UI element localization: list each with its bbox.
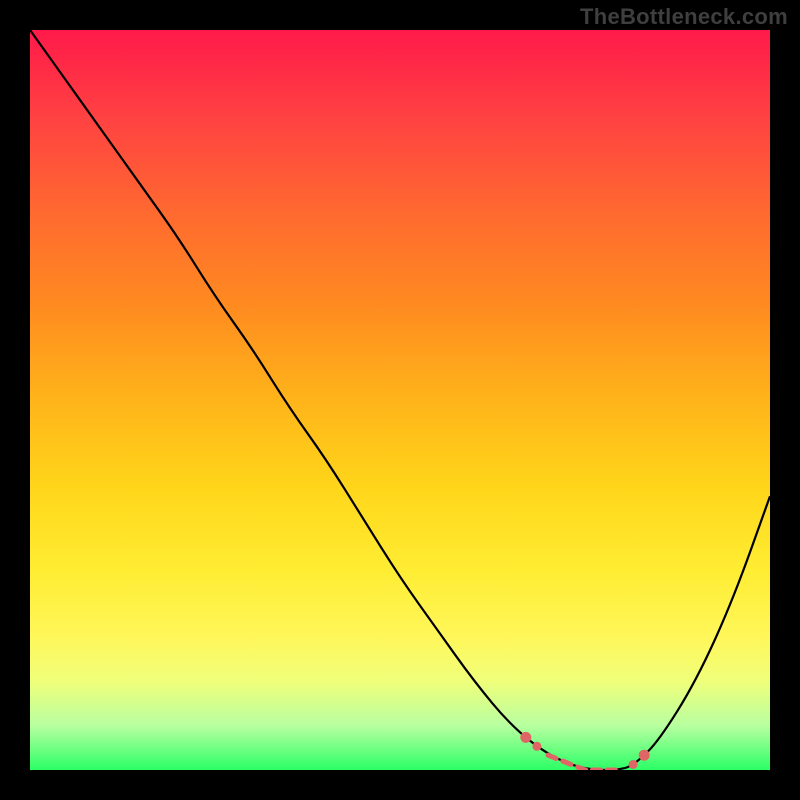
- chart-frame: TheBottleneck.com: [0, 0, 800, 800]
- watermark-text: TheBottleneck.com: [580, 4, 788, 30]
- plot-area: [30, 30, 770, 770]
- highlight-markers: [30, 30, 770, 770]
